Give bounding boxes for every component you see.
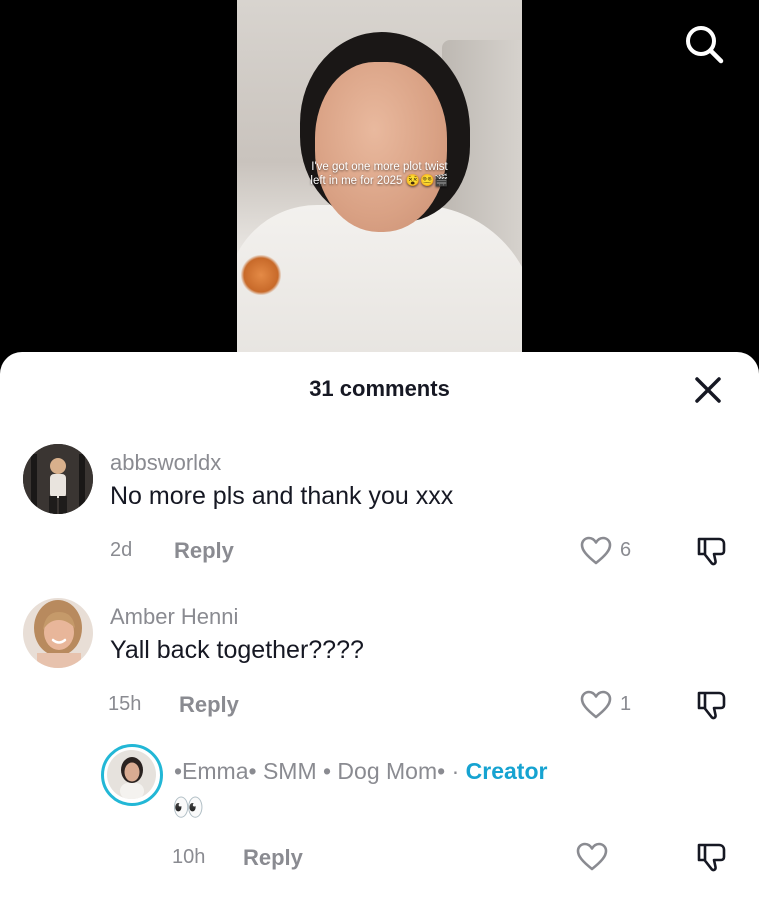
- comment-timestamp: 15h: [108, 693, 142, 715]
- video-subject-face: [315, 62, 447, 232]
- reply-button[interactable]: Reply: [174, 538, 234, 564]
- reply-username-line: •Emma• SMM • Dog Mom• · Creator: [174, 758, 547, 785]
- like-button[interactable]: [580, 536, 612, 566]
- like-count: 1: [620, 693, 632, 715]
- comment-timestamp: 2d: [110, 539, 133, 561]
- reply-button[interactable]: Reply: [243, 845, 303, 871]
- comment-item: Amber Henni Yall back together???? 15h R…: [0, 598, 759, 748]
- video-shirt-patch: [241, 255, 281, 295]
- avatar-image: [107, 750, 156, 799]
- avatar[interactable]: [23, 598, 93, 668]
- search-button[interactable]: [682, 22, 726, 66]
- username-separator: ·: [445, 758, 466, 784]
- comment-username[interactable]: abbsworldx: [110, 450, 221, 476]
- close-icon: [695, 377, 721, 403]
- thumbs-down-icon: [697, 691, 726, 720]
- comments-sheet: 31 comments abbsworldx No more pls and t…: [0, 352, 759, 900]
- creator-badge: Creator: [465, 758, 548, 784]
- like-button[interactable]: [576, 842, 608, 872]
- dislike-button[interactable]: [695, 840, 729, 874]
- creator-username[interactable]: •Emma• SMM • Dog Mom•: [174, 758, 445, 784]
- dislike-button[interactable]: [695, 534, 729, 568]
- reply-item: •Emma• SMM • Dog Mom• · Creator 👀 10h Re…: [0, 744, 759, 894]
- thumbs-down-icon: [697, 843, 726, 872]
- comment-item: abbsworldx No more pls and thank you xxx…: [0, 444, 759, 594]
- video-player[interactable]: I've got one more plot twist left in me …: [0, 0, 759, 380]
- creator-avatar[interactable]: [101, 744, 163, 806]
- avatar-image: [23, 444, 93, 514]
- video-caption-line-2: left in me for 2025 😵😵‍💫🎬: [310, 175, 449, 187]
- dislike-button[interactable]: [695, 688, 729, 722]
- comment-username[interactable]: Amber Henni: [110, 604, 238, 630]
- heart-icon: [580, 690, 612, 719]
- avatar-image: [23, 598, 93, 668]
- heart-icon: [576, 842, 608, 871]
- thumbs-down-icon: [697, 537, 726, 566]
- reply-button[interactable]: Reply: [179, 692, 239, 718]
- comments-count-title: 31 comments: [309, 376, 450, 401]
- search-icon: [686, 26, 724, 64]
- reply-timestamp: 10h: [172, 846, 206, 868]
- video-caption-line-1: I've got one more plot twist: [311, 161, 448, 173]
- comment-text: Yall back together????: [110, 636, 364, 664]
- like-button[interactable]: [580, 690, 612, 720]
- close-button[interactable]: [692, 374, 724, 406]
- avatar[interactable]: [23, 444, 93, 514]
- video-caption: I've got one more plot twist left in me …: [237, 160, 522, 188]
- like-count: 6: [620, 539, 632, 561]
- comment-text: No more pls and thank you xxx: [110, 482, 454, 510]
- heart-icon: [580, 536, 612, 565]
- video-frame[interactable]: I've got one more plot twist left in me …: [237, 0, 522, 360]
- reply-text: 👀: [172, 792, 205, 822]
